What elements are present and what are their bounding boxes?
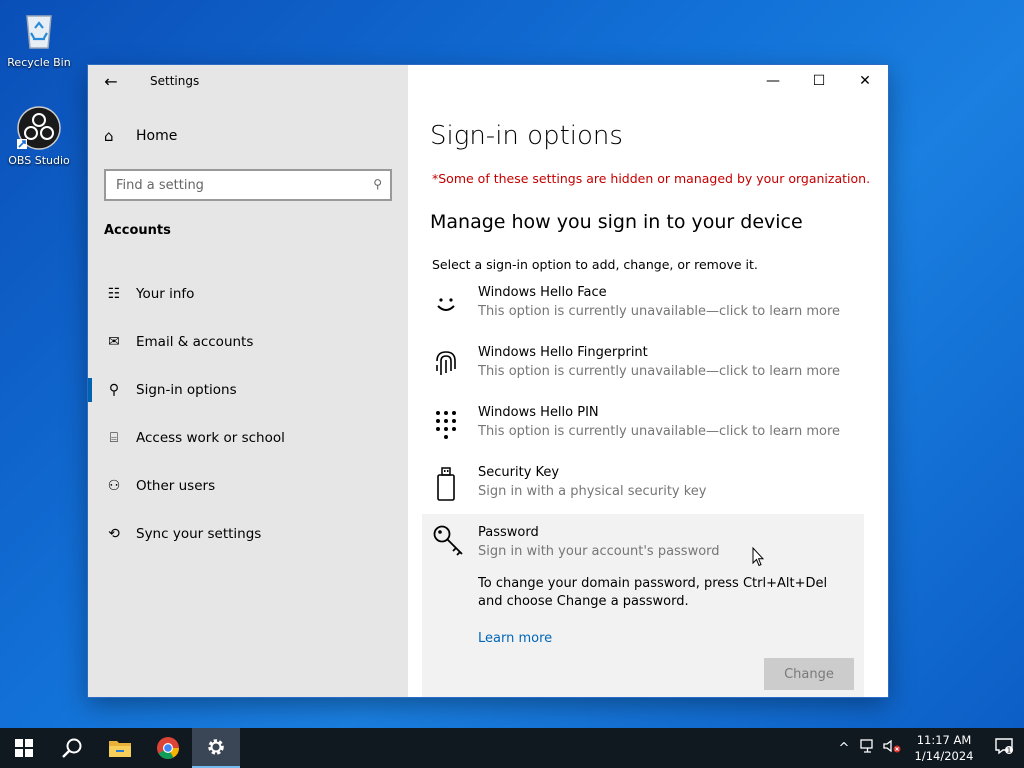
back-button[interactable]: ← [88, 65, 134, 97]
fingerprint-icon [432, 347, 460, 381]
option-title: Security Key [478, 465, 560, 480]
sidebar-item-label: Home [136, 128, 178, 144]
chrome-icon [157, 737, 179, 759]
password-change-info: To change your domain password, press Ct… [478, 576, 828, 609]
notification-count: 1 [1007, 747, 1011, 755]
pin-keypad-icon [432, 407, 460, 441]
search-icon [62, 738, 82, 758]
sidebar-item-sign-in-options[interactable]: ⚲ Sign-in options [88, 366, 408, 414]
main-content: — ☐ ✕ Sign-in options *Some of these set… [408, 65, 888, 697]
search-taskbar-button[interactable] [48, 728, 96, 768]
maximize-icon: ☐ [812, 73, 826, 89]
back-arrow-icon: ← [104, 71, 118, 91]
notification-icon: 1 [995, 738, 1013, 755]
desktop-icon-label: OBS Studio [8, 154, 70, 167]
settings-window: ← Settings ⌂ Home Find a setting ⚲ Accou… [88, 65, 888, 697]
window-controls: — ☐ ✕ [750, 65, 888, 97]
obs-studio-icon [17, 106, 61, 150]
subheading: Manage how you sign in to your device [430, 211, 803, 233]
network-icon[interactable] [856, 739, 880, 757]
section-heading: Accounts [104, 223, 171, 238]
sidebar-item-label: Access work or school [136, 430, 285, 446]
minimize-button[interactable]: — [750, 65, 796, 97]
file-explorer-button[interactable] [96, 728, 144, 768]
sidebar-item-other-users[interactable]: ⚇ Other users [88, 462, 408, 510]
option-title: Windows Hello Face [478, 285, 607, 300]
sidebar: ← Settings ⌂ Home Find a setting ⚲ Accou… [88, 65, 408, 697]
policy-warning: *Some of these settings are hidden or ma… [432, 171, 871, 186]
folder-icon [109, 741, 131, 757]
option-title: Windows Hello Fingerprint [478, 345, 648, 360]
show-hidden-icons-chevron-icon[interactable]: ^ [832, 741, 856, 756]
option-description: This option is currently unavailable—cli… [478, 364, 841, 379]
person-list-icon: ☷ [107, 286, 121, 302]
notification-center-button[interactable]: 1 [984, 736, 1024, 760]
sidebar-item-label: Sync your settings [136, 526, 262, 542]
search-placeholder: Find a setting [116, 177, 204, 193]
usb-key-icon [432, 467, 460, 501]
title-bar: ← Settings [88, 65, 408, 97]
option-windows-hello-fingerprint[interactable]: Windows Hello Fingerprint This option is… [422, 337, 864, 397]
sidebar-item-label: Email & accounts [136, 334, 254, 350]
sidebar-item-label: Other users [136, 478, 216, 494]
window-title: Settings [150, 74, 200, 88]
clock-date: 1/14/2024 [914, 749, 974, 763]
option-title: Windows Hello PIN [478, 405, 599, 420]
sidebar-item-access-work-school[interactable]: ⌸ Access work or school [88, 414, 408, 462]
page-title: Sign-in options [430, 121, 623, 151]
option-windows-hello-pin[interactable]: Windows Hello PIN This option is current… [422, 397, 864, 457]
sync-icon: ⟲ [108, 526, 120, 542]
key-icon [432, 524, 466, 558]
option-description: This option is currently unavailable—cli… [478, 424, 841, 439]
maximize-button[interactable]: ☐ [796, 65, 842, 97]
instruction-text: Select a sign-in option to add, change, … [432, 257, 758, 272]
briefcase-icon: ⌸ [109, 430, 119, 446]
gear-icon [208, 739, 224, 755]
start-button[interactable] [0, 728, 48, 768]
sidebar-item-sync-settings[interactable]: ⟲ Sync your settings [88, 510, 408, 558]
chrome-button[interactable] [144, 728, 192, 768]
desktop-icon-label: Recycle Bin [7, 56, 71, 69]
face-icon [432, 287, 460, 321]
mail-icon: ✉ [108, 334, 120, 350]
recycle-bin-icon [17, 8, 61, 52]
desktop-icon-recycle-bin[interactable]: Recycle Bin [0, 8, 78, 69]
sidebar-item-label: Sign-in options [136, 382, 237, 398]
desktop-icon-obs-studio[interactable]: OBS Studio [0, 106, 78, 167]
volume-muted-icon[interactable] [880, 739, 904, 757]
sidebar-item-email-accounts[interactable]: ✉ Email & accounts [88, 318, 408, 366]
learn-more-link[interactable]: Learn more [478, 631, 552, 646]
system-tray: ^ 11:17 AM 1/14/2024 1 [832, 728, 1024, 768]
minimize-icon: — [766, 73, 780, 89]
taskbar: ^ 11:17 AM 1/14/2024 1 [0, 728, 1024, 768]
option-description: Sign in with your account's password [478, 544, 720, 559]
windows-logo-icon [15, 739, 33, 757]
clock[interactable]: 11:17 AM 1/14/2024 [904, 732, 984, 764]
clock-time: 11:17 AM [916, 733, 972, 747]
sidebar-item-your-info[interactable]: ☷ Your info [88, 270, 408, 318]
option-description: This option is currently unavailable—cli… [478, 304, 841, 319]
key-search-icon: ⚲ [108, 382, 120, 398]
sidebar-item-home[interactable]: ⌂ Home [104, 127, 177, 145]
option-title: Password [478, 525, 539, 540]
sign-in-options-list: Windows Hello Face This option is curren… [422, 277, 864, 517]
home-icon: ⌂ [104, 127, 114, 145]
close-icon: ✕ [859, 73, 871, 89]
person-add-icon: ⚇ [107, 478, 121, 494]
option-description: Sign in with a physical security key [478, 484, 707, 499]
option-password-expanded[interactable]: Password Sign in with your account's pas… [422, 514, 864, 697]
settings-taskbar-button[interactable] [192, 728, 240, 768]
close-button[interactable]: ✕ [842, 65, 888, 97]
change-button[interactable]: Change [764, 658, 854, 690]
mouse-cursor-icon [752, 547, 764, 567]
search-icon: ⚲ [373, 177, 382, 191]
search-input[interactable]: Find a setting ⚲ [104, 169, 392, 201]
sidebar-nav: ☷ Your info ✉ Email & accounts ⚲ Sign-in… [88, 270, 408, 558]
option-windows-hello-face[interactable]: Windows Hello Face This option is curren… [422, 277, 864, 337]
sidebar-item-label: Your info [136, 286, 195, 302]
option-security-key[interactable]: Security Key Sign in with a physical sec… [422, 457, 864, 517]
